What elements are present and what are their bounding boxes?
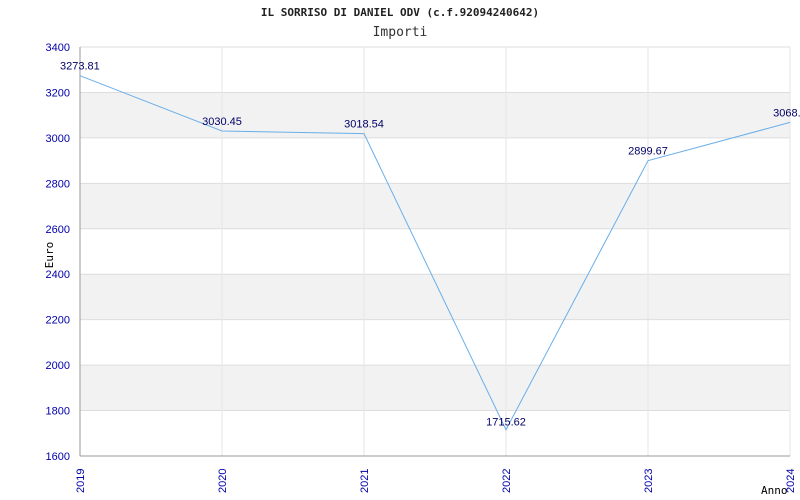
y-tick-label: 1600 bbox=[46, 451, 70, 463]
x-tick-label: 2019 bbox=[75, 469, 87, 493]
x-tick-label: 2022 bbox=[501, 469, 513, 493]
data-label: 3030.45 bbox=[202, 116, 242, 128]
y-tick-label: 2200 bbox=[46, 315, 70, 327]
plot-background-bands bbox=[80, 47, 790, 456]
grid-band bbox=[80, 183, 790, 229]
x-tick-label: 2020 bbox=[217, 469, 229, 493]
x-tick-label: 2023 bbox=[643, 469, 655, 493]
y-tick-label: 2400 bbox=[46, 269, 70, 281]
y-tick-label: 2600 bbox=[46, 224, 70, 236]
x-tick-label: 2021 bbox=[359, 469, 371, 493]
data-label: 3273.81 bbox=[60, 61, 100, 73]
x-tick-labels: 2019 2020 2021 2022 2023 2024 bbox=[75, 469, 797, 493]
grid-band bbox=[80, 410, 790, 456]
grid-band bbox=[80, 228, 790, 275]
y-tick-label: 2800 bbox=[46, 178, 70, 190]
data-label: 1715.62 bbox=[486, 417, 526, 429]
data-label: 2899.67 bbox=[628, 146, 668, 158]
line-chart: 1600 1800 2000 2200 2400 2600 2800 3000 3200 3400… bbox=[43, 42, 800, 497]
y-axis-label: Euro bbox=[43, 242, 56, 269]
y-tick-label: 3400 bbox=[46, 42, 70, 54]
y-tick-label: 3000 bbox=[46, 133, 70, 145]
grid-band bbox=[80, 47, 790, 93]
grid-band bbox=[80, 319, 790, 366]
y-tick-label: 1800 bbox=[46, 406, 70, 418]
data-label: 3068.2 bbox=[773, 107, 800, 119]
grid-band bbox=[80, 365, 790, 411]
y-tick-label: 2000 bbox=[46, 360, 70, 372]
grid-band bbox=[80, 137, 790, 184]
data-label: 3018.54 bbox=[344, 119, 384, 131]
grid-band bbox=[80, 92, 790, 138]
x-axis-label: Anno bbox=[761, 484, 788, 497]
y-tick-label: 3200 bbox=[46, 87, 70, 99]
